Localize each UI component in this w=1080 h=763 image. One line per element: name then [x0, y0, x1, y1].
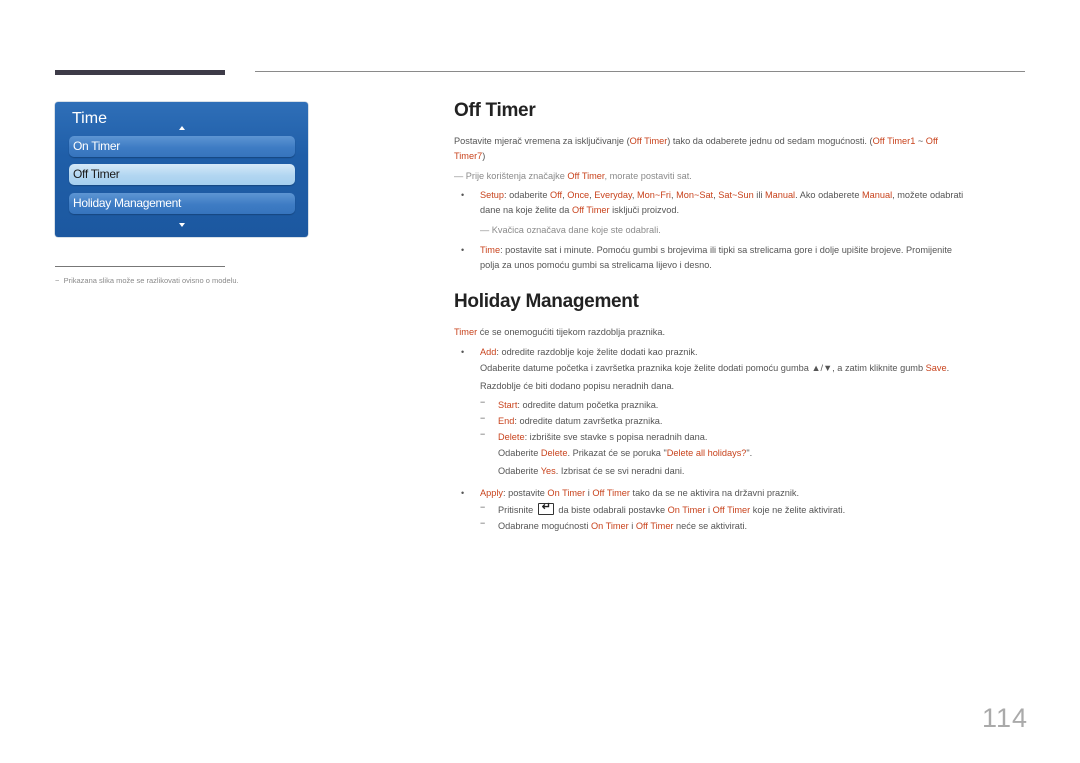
menu-item-on-timer[interactable]: On Timer	[69, 136, 295, 157]
header-rule-thick	[55, 70, 225, 75]
delete-description-2: Odaberite Yes. Izbrisat će se svi neradn…	[498, 466, 685, 476]
start-item: Start: odredite datum početka praznika.	[498, 400, 659, 410]
dash-icon: −	[480, 502, 486, 512]
setup-item-line2: dane na koje želite da Off Timer isključ…	[480, 205, 680, 215]
off-timer-intro-line2: Timer7)	[454, 151, 486, 161]
enter-key-icon	[537, 500, 554, 515]
footnote-rule	[55, 266, 225, 267]
time-item: Time: postavite sat i minute. Pomoću gum…	[480, 245, 952, 255]
holiday-intro: Timer će se onemogućiti tijekom razdoblj…	[454, 327, 666, 337]
menu-title: Time	[72, 110, 107, 127]
header-rule-thin	[255, 71, 1025, 72]
delete-description: Odaberite Delete. Prikazat će se poruka …	[498, 448, 753, 458]
bullet-icon: •	[461, 488, 465, 498]
menu-item-holiday-management[interactable]: Holiday Management	[69, 193, 295, 214]
off-timer-intro: Postavite mjerač vremena za isključivanj…	[454, 136, 938, 146]
setup-item: Setup: odaberite Off, Once, Everyday, Mo…	[480, 190, 964, 200]
note-clock: — Prije korištenja značajke Off Timer, m…	[454, 171, 692, 181]
bullet-icon: •	[461, 347, 465, 357]
note-checkmark: — Kvačica označava dane koje ste odabral…	[480, 225, 661, 235]
add-item: Add: odredite razdoblje koje želite doda…	[480, 347, 698, 357]
arrow-down-icon	[179, 223, 185, 227]
time-menu-osd: Time On Timer Off Timer Holiday Manageme…	[55, 102, 308, 237]
add-description: Odaberite datume početka i završetka pra…	[480, 363, 950, 373]
dash-icon: −	[480, 413, 486, 423]
delete-item: Delete: izbrišite sve stavke s popisa ne…	[498, 432, 708, 442]
arrow-up-icon	[179, 126, 185, 130]
apply-sub-1: Pritisnite da biste odabrali postavke On…	[498, 500, 845, 518]
footnote: − Prikazana slika može se razlikovati ov…	[55, 276, 239, 285]
section-heading-off-timer: Off Timer	[454, 100, 536, 121]
bullet-icon: •	[461, 190, 465, 200]
apply-item: Apply: postavite On Timer i Off Timer ta…	[480, 488, 800, 498]
dash-icon: −	[480, 429, 486, 439]
footnote-text: Prikazana slika može se razlikovati ovis…	[63, 276, 239, 285]
time-item-line2: polja za unos pomoću gumbi sa strelicama…	[480, 260, 712, 270]
section-heading-holiday-management: Holiday Management	[454, 291, 639, 312]
menu-item-off-timer[interactable]: Off Timer	[69, 164, 295, 185]
page-number: 114	[982, 703, 1029, 733]
bullet-icon: •	[461, 245, 465, 255]
dash-icon: −	[480, 397, 486, 407]
end-item: End: odredite datum završetka praznika.	[498, 416, 663, 426]
apply-sub-2: Odabrane mogućnosti On Timer i Off Timer…	[498, 521, 748, 531]
dash-icon: −	[480, 518, 486, 528]
dash-icon: −	[55, 276, 60, 285]
add-description-2: Razdoblje će biti dodano popisu neradnih…	[480, 381, 675, 391]
